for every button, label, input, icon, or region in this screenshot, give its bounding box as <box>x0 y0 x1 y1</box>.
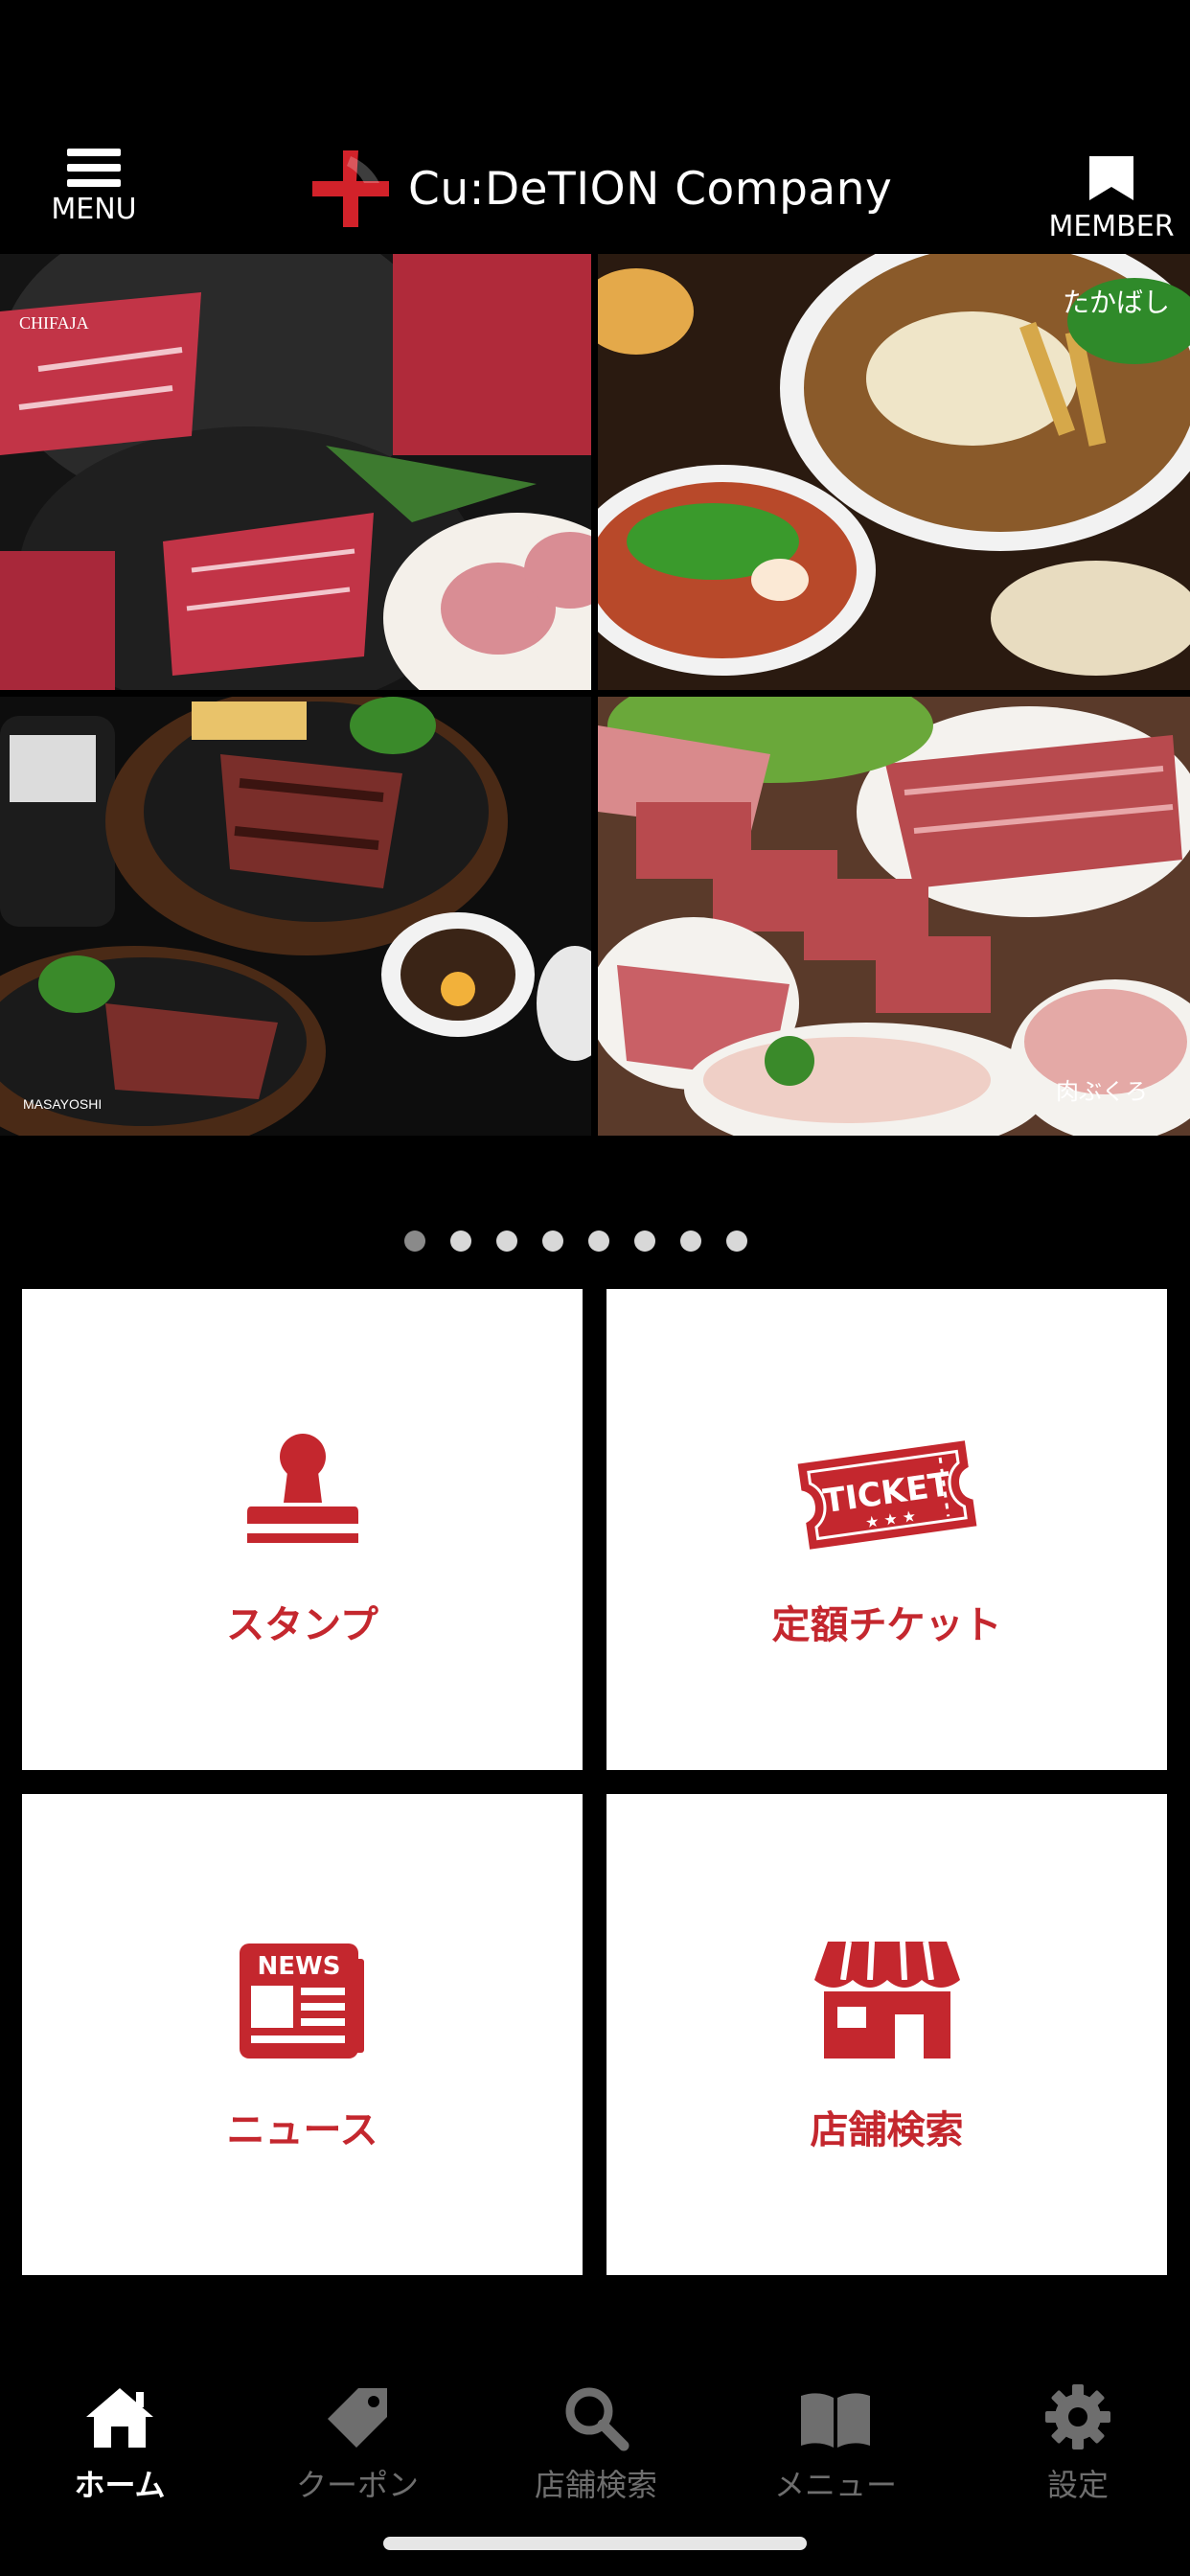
tab-home[interactable]: ホーム <box>24 2375 216 2505</box>
news-label: ニュース <box>226 2108 378 2152</box>
pagination-dot[interactable] <box>680 1230 701 1252</box>
pagination-dot[interactable] <box>588 1230 609 1252</box>
banner-image-ramen[interactable]: たかばし <box>598 254 1190 690</box>
stamp-icon <box>22 1423 583 1567</box>
chifaja-logo: CHIFAJA <box>19 313 89 333</box>
tag-icon <box>262 2375 453 2451</box>
nikubukuro-logo: 肉ぶくろ <box>1056 1078 1148 1105</box>
store-icon <box>606 1928 1167 2072</box>
ticket-icon: TICKET ★ ★ ★ <box>606 1423 1167 1567</box>
banner-slider[interactable]: CHIFAJA たかばし MASAYOSHI 肉ぶくろ <box>0 254 1190 1136</box>
tab-home-label: ホーム <box>74 2467 166 2503</box>
ticket-card-button[interactable]: TICKET ★ ★ ★ 定額チケット <box>606 1289 1167 1770</box>
pagination-dot[interactable] <box>404 1230 425 1252</box>
pagination-dot[interactable] <box>634 1230 655 1252</box>
takabashi-logo: たかばし <box>1063 287 1170 318</box>
banner-image-steak[interactable]: MASAYOSHI <box>0 697 591 1136</box>
tab-coupon-label: クーポン <box>295 2467 419 2503</box>
pagination-dot[interactable] <box>496 1230 517 1252</box>
news-icon-text: NEWS <box>257 1952 340 1981</box>
tab-settings[interactable]: 設定 <box>982 2375 1174 2505</box>
pagination-dot[interactable] <box>726 1230 747 1252</box>
tab-store-search-label: 店舗検索 <box>534 2467 657 2503</box>
ticket-label: 定額チケット <box>771 1603 1002 1647</box>
tab-menu[interactable]: メニュー <box>740 2375 931 2505</box>
banner-image-chifaja[interactable]: CHIFAJA <box>0 254 591 690</box>
menu-label: MENU <box>51 193 137 226</box>
tab-settings-label: 設定 <box>1046 2467 1109 2503</box>
stamp-card-button[interactable]: スタンプ <box>22 1289 583 1770</box>
store-search-card-button[interactable]: 店舗検索 <box>606 1794 1167 2275</box>
search-icon <box>500 2375 692 2451</box>
tab-store-search[interactable]: 店舗検索 <box>500 2375 692 2505</box>
home-icon <box>24 2375 216 2451</box>
news-icon: NEWS <box>22 1928 583 2072</box>
book-icon <box>740 2375 931 2451</box>
logo-text: Cu:DeTION Company <box>408 162 893 216</box>
gear-icon <box>982 2375 1174 2451</box>
store-search-label: 店舗検索 <box>810 2108 964 2152</box>
stamp-label: スタンプ <box>226 1603 378 1647</box>
hamburger-icon <box>67 149 121 187</box>
bookmark-icon <box>1089 156 1133 200</box>
home-indicator[interactable] <box>383 2537 807 2550</box>
member-label: MEMBER <box>1048 210 1175 243</box>
masayoshi-logo: MASAYOSHI <box>23 1096 102 1112</box>
tab-menu-label: メニュー <box>773 2467 897 2503</box>
pagination-dot[interactable] <box>450 1230 471 1252</box>
app-header: MENU Cu:DeTION Company MEMBER <box>0 0 1190 251</box>
news-card-button[interactable]: NEWS ニュース <box>22 1794 583 2275</box>
company-logo: Cu:DeTION Company <box>307 146 892 232</box>
pagination-dot[interactable] <box>542 1230 563 1252</box>
menu-button[interactable]: MENU <box>17 149 171 227</box>
member-button[interactable]: MEMBER <box>1035 149 1188 244</box>
tab-coupon[interactable]: クーポン <box>262 2375 453 2505</box>
logo-cross-icon <box>312 150 389 227</box>
slider-pagination <box>0 1230 1171 1252</box>
banner-image-meat[interactable]: 肉ぶくろ <box>598 697 1190 1136</box>
